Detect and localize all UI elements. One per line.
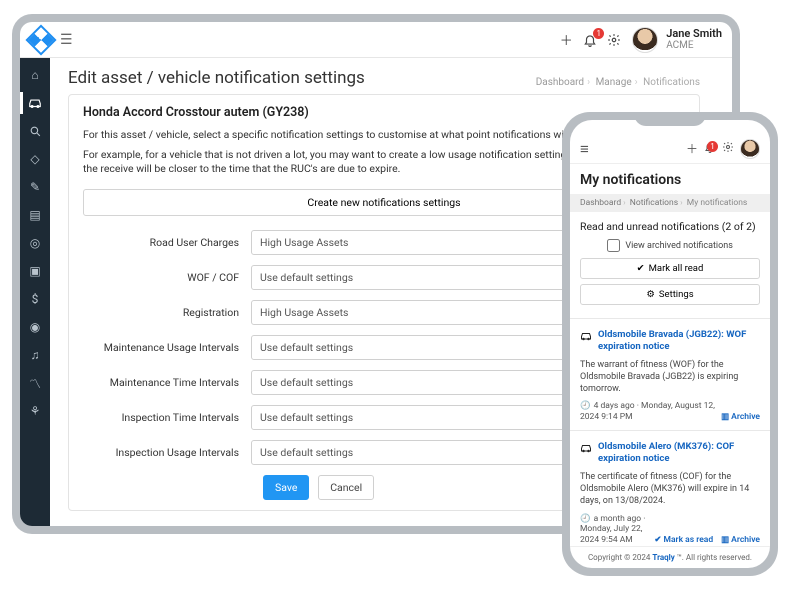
page-title: My notifications [570,164,770,194]
nav-vehicle-icon[interactable] [26,94,44,112]
nav-bell-icon[interactable]: ♫ [26,346,44,364]
label-maint-usage: Maintenance Usage Intervals [83,341,251,354]
phone-notch [634,112,706,126]
nav-users-icon[interactable]: ⚘ [26,402,44,420]
notification-body: The certificate of fitness (COF) for the… [580,471,760,507]
phone-content: My notifications Dashboard› Notification… [570,164,770,546]
notification-item: Oldsmobile Alero (MK376): COF expiration… [570,430,770,546]
user-org: ACME [666,40,722,51]
mark-all-read-button[interactable]: ✔Mark all read [580,258,760,279]
clock-icon: 🕘 [580,401,591,411]
notification-time: 🕘4 days ago · Monday, August 12, 2024 9:… [580,401,715,422]
check-icon: ✔ [637,263,645,274]
avatar[interactable] [740,139,760,159]
nav-truck-icon[interactable]: ▣ [26,262,44,280]
view-archived-checkbox[interactable] [607,239,620,252]
save-button[interactable]: Save [263,475,309,500]
archive-link[interactable]: ▥Archive [721,412,760,422]
bell-icon[interactable]: 1 [704,141,716,156]
nav-home-icon[interactable]: ⌂ [26,66,44,84]
archive-icon: ▥ [721,535,729,545]
nav-dollar-icon[interactable]: $ [26,290,44,308]
breadcrumb: Dashboard› Notifications› My notificatio… [570,194,770,212]
nav-tag-icon[interactable]: ◇ [26,150,44,168]
check-icon: ✔ [654,535,661,545]
label-maint-time: Maintenance Time Intervals [83,376,251,389]
notification-item: Oldsmobile Bravada (JGB22): WOF expirati… [570,318,770,430]
avatar[interactable] [632,27,658,53]
nav-target-icon[interactable]: ◉ [26,318,44,336]
crumb-dashboard[interactable]: Dashboard [536,77,584,88]
label-ruc: Road User Charges [83,236,251,249]
label-wof: WOF / COF [83,271,251,284]
car-icon [580,442,592,456]
notification-title-link[interactable]: Oldsmobile Alero (MK376): COF expiration… [598,441,760,465]
gear-icon[interactable] [722,141,734,156]
cancel-button[interactable]: Cancel [318,475,374,500]
label-reg: Registration [83,306,251,319]
label-insp-time: Inspection Time Intervals [83,411,251,424]
brand-link[interactable]: Traqly [652,553,674,562]
notification-title-link[interactable]: Oldsmobile Bravada (JGB22): WOF expirati… [598,329,760,353]
add-icon[interactable]: ＋ [554,28,578,52]
notification-body: The warrant of fitness (WOF) for the Old… [580,359,760,395]
user-label[interactable]: Jane Smith ACME [666,28,722,51]
label-insp-usage: Inspection Usage Intervals [83,446,251,459]
page-title: Edit asset / vehicle notification settin… [68,68,365,88]
archive-icon: ▥ [721,412,729,422]
nav-search-icon[interactable] [26,122,44,140]
menu-icon[interactable]: ☰ [60,32,73,48]
notification-time: 🕘a month ago · Monday, July 22, 2024 9:5… [580,514,648,546]
nav-doc-icon[interactable]: ▤ [26,206,44,224]
view-archived-label: View archived notifications [625,241,733,251]
phone-device: ≡ ＋ 1 My notifications Dashboard› Notifi… [562,112,778,576]
mark-read-link[interactable]: ✔Mark as read [654,535,713,545]
user-name: Jane Smith [666,28,722,40]
section-heading: Read and unread notifications (2 of 2) [580,220,760,233]
notification-badge: 1 [707,141,718,152]
menu-icon[interactable]: ≡ [580,140,589,158]
sidebar: ⌂ ◇ ✎ ▤ ◎ ▣ $ ◉ ♫ 〽 ⚘ [20,58,50,526]
phone-header: ≡ ＋ 1 [570,134,770,164]
car-icon [580,330,592,344]
gear-icon[interactable] [602,28,626,52]
phone-screen: ≡ ＋ 1 My notifications Dashboard› Notifi… [570,120,770,568]
add-icon[interactable]: ＋ [686,140,698,157]
nav-key-icon[interactable]: ✎ [26,178,44,196]
phone-footer: Copyright © 2024 Traqly ™. All rights re… [570,546,770,568]
nav-wheel-icon[interactable]: ◎ [26,234,44,252]
crumb-notifications[interactable]: Notifications [630,198,678,208]
bell-icon[interactable]: 1 [578,28,602,52]
crumb-current: Notifications [643,77,700,88]
archive-link[interactable]: ▥Archive [721,535,760,545]
tablet-header: ☰ ＋ 1 Jane Smith ACME [20,22,732,58]
crumb-dashboard[interactable]: Dashboard [580,198,621,208]
clock-icon: 🕘 [580,514,591,524]
crumb-current: My notifications [687,198,748,208]
nav-chart-icon[interactable]: 〽 [26,374,44,392]
breadcrumb: Dashboard› Manage› Notifications [536,77,700,88]
gears-icon: ⚙ [646,289,655,300]
brand-logo[interactable] [25,24,56,55]
settings-button[interactable]: ⚙Settings [580,284,760,305]
crumb-manage[interactable]: Manage [596,77,632,88]
